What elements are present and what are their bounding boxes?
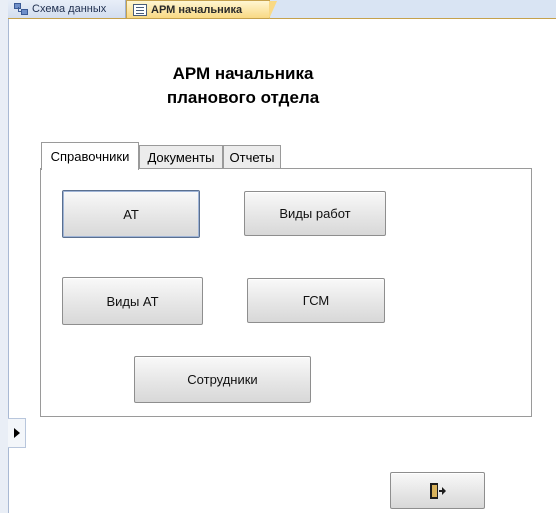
- doc-tab-relationships[interactable]: Схема данных: [8, 0, 126, 18]
- record-pointer-arrow-icon[interactable]: [8, 418, 26, 448]
- doc-tab-label: АРМ начальника: [151, 3, 243, 16]
- tab-documents[interactable]: Документы: [139, 145, 223, 169]
- doc-tab-arm-form[interactable]: АРМ начальника: [126, 0, 277, 19]
- exit-button[interactable]: [390, 472, 485, 509]
- tab-reports[interactable]: Отчеты: [223, 145, 281, 169]
- document-tab-strip: Схема данных АРМ начальника: [8, 0, 556, 19]
- exit-door-icon: [429, 482, 446, 500]
- tab-reference-books[interactable]: Справочники: [41, 142, 139, 170]
- work-types-button[interactable]: Виды работ: [244, 191, 386, 236]
- relationships-icon: [14, 3, 28, 15]
- at-button[interactable]: АТ: [62, 190, 200, 238]
- form-title: АРМ начальника планового отдела: [166, 64, 320, 107]
- employees-button[interactable]: Сотрудники: [134, 356, 311, 403]
- at-types-button[interactable]: Виды АТ: [62, 277, 203, 325]
- doc-tab-label: Схема данных: [32, 3, 107, 15]
- fuel-button[interactable]: ГСМ: [247, 278, 385, 323]
- form-icon: [133, 3, 147, 16]
